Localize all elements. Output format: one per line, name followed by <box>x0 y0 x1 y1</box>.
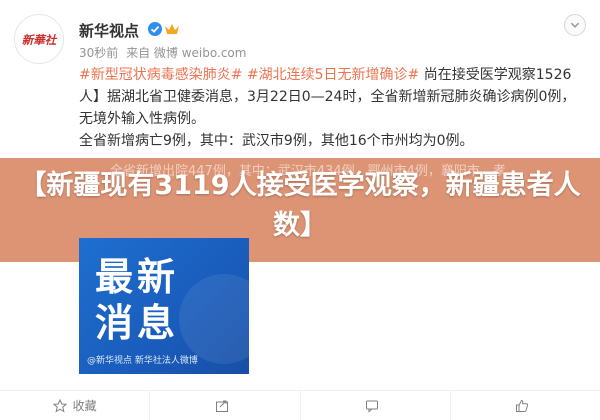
hashtag-link[interactable]: #新型冠状病毒感染肺炎# <box>79 67 242 83</box>
comment-button[interactable] <box>301 391 451 420</box>
comment-icon <box>366 400 379 413</box>
more-options-button[interactable] <box>564 14 586 36</box>
avatar[interactable]: 新華社 <box>14 14 64 64</box>
news-image-title: 最新 消息 <box>95 254 179 346</box>
favorite-button[interactable]: 收藏 <box>0 391 151 420</box>
post-source[interactable]: 来自 微博 weibo.com <box>126 46 246 60</box>
xinhua-logo-icon: 新華社 <box>15 15 63 63</box>
post-paragraph-2: 全省新增病亡9例，其中：武汉市9例，其他16个市州均为0例。 <box>79 133 474 149</box>
post-header: 新華社 新华视点 30秒前 来自 微博 weibo.com <box>0 0 600 64</box>
news-image-title-line1: 最新 <box>95 255 180 299</box>
share-icon <box>215 400 228 412</box>
action-bar: 收藏 <box>0 390 600 420</box>
post-meta: 30秒前 来自 微博 weibo.com <box>79 44 250 61</box>
favorite-label: 收藏 <box>72 399 97 413</box>
post-text: #新型冠状病毒感染肺炎# #湖北连续5日无新增确诊# 尚在接受医学观察1526人… <box>79 64 584 152</box>
news-image-title-line2: 消息 <box>95 301 180 345</box>
decorative-shape <box>179 274 249 364</box>
post-time[interactable]: 30秒前 <box>79 46 118 60</box>
news-image-caption: @新华视点 新华社法人微博 <box>87 356 198 366</box>
news-image[interactable]: 最新 消息 @新华视点 新华社法人微博 <box>79 238 249 374</box>
thumbs-up-icon <box>516 399 529 412</box>
author-name[interactable]: 新华视点 <box>79 20 139 41</box>
post-paragraph-1: #新型冠状病毒感染肺炎# #湖北连续5日无新增确诊# 尚在接受医学观察1526人… <box>79 64 584 130</box>
chevron-down-icon <box>570 22 580 28</box>
vip-badge-icon <box>165 24 179 34</box>
verified-icon <box>148 22 162 36</box>
hashtag-link[interactable]: #湖北连续5日无新增确诊# <box>247 67 419 83</box>
star-icon <box>52 398 67 413</box>
svg-text:新華社: 新華社 <box>22 33 58 47</box>
like-button[interactable] <box>451 391 600 420</box>
share-button[interactable] <box>150 391 301 420</box>
headline: 【新疆现有3119人接受医学观察，新疆患者人数】 <box>19 170 581 241</box>
